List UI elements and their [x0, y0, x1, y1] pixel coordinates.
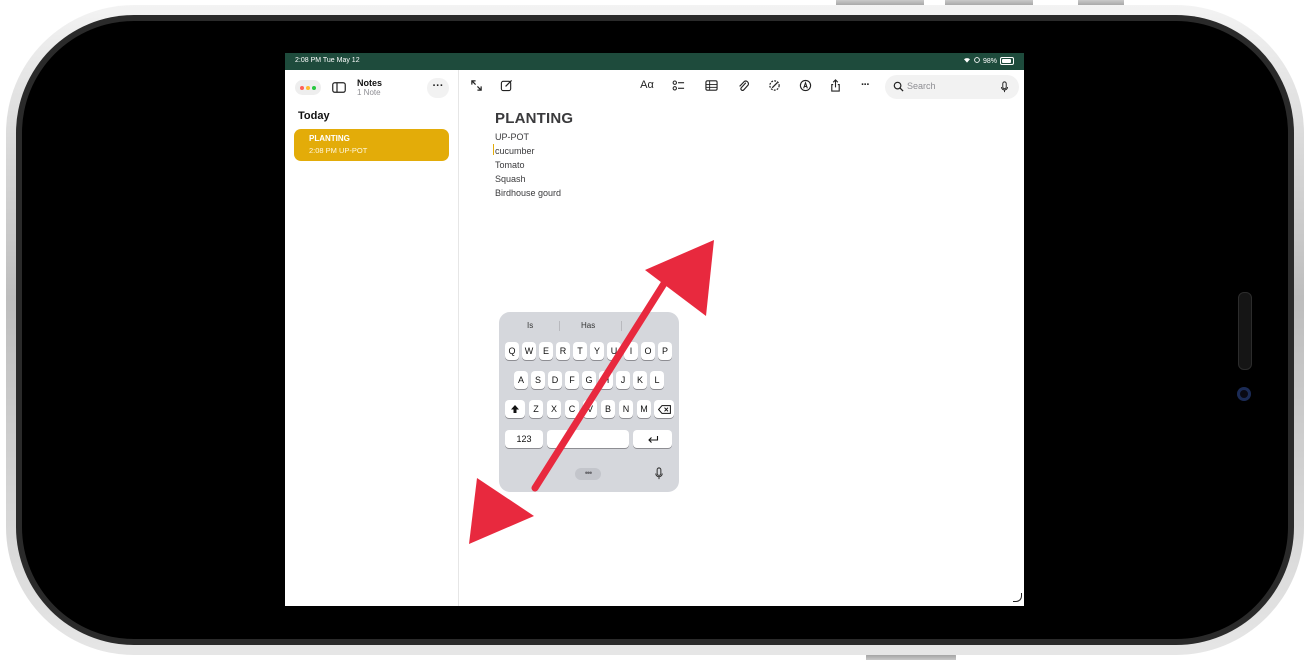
search-field[interactable]: Search: [885, 75, 1019, 99]
table-button[interactable]: [702, 77, 720, 93]
key-v[interactable]: V: [583, 400, 597, 418]
status-icons: 98%: [963, 57, 1014, 65]
format-icon: Aα: [640, 79, 654, 91]
markup-button[interactable]: [765, 77, 783, 93]
suggestion-divider: [621, 321, 622, 331]
status-bar: 2:08 PM Tue May 12 98%: [285, 53, 1024, 70]
ipad-screen: 2:08 PM Tue May 12 98% Notes 1 Note ··· …: [285, 53, 1024, 606]
key-r[interactable]: R: [556, 342, 570, 360]
key-i[interactable]: I: [624, 342, 638, 360]
keyboard-handle[interactable]: •••: [575, 468, 601, 480]
note-list-item[interactable]: PLANTING 2:08 PM UP-POT: [294, 129, 449, 161]
expand-icon: [470, 79, 482, 91]
key-c[interactable]: C: [565, 400, 579, 418]
delete-icon: [657, 404, 671, 414]
note-line[interactable]: UP-POT: [495, 132, 529, 142]
close-window-icon[interactable]: [300, 85, 304, 90]
attachment-icon: [738, 80, 749, 91]
markup-icon: [768, 79, 780, 91]
share-button[interactable]: [826, 77, 844, 93]
note-title[interactable]: PLANTING: [495, 110, 573, 127]
status-time: 2:08 PM Tue May 12: [295, 57, 360, 64]
share-icon: [830, 78, 840, 92]
speaker-grille: [1238, 292, 1252, 370]
wifi-icon: [963, 57, 971, 65]
ellipsis-icon: ···: [432, 80, 444, 92]
pen-button[interactable]: [796, 77, 814, 93]
note-list-item-title: PLANTING: [309, 134, 350, 143]
key-j[interactable]: J: [616, 371, 630, 389]
compose-icon: [500, 79, 512, 91]
key-f[interactable]: F: [565, 371, 579, 389]
note-line[interactable]: Tomato: [495, 160, 525, 170]
key-s[interactable]: S: [531, 371, 545, 389]
key-q[interactable]: Q: [505, 342, 519, 360]
key-l[interactable]: L: [650, 371, 664, 389]
note-list-item-meta: 2:08 PM UP-POT: [309, 146, 368, 155]
key-n[interactable]: N: [619, 400, 633, 418]
key-u[interactable]: U: [607, 342, 621, 360]
space-bar[interactable]: [547, 430, 629, 448]
key-y[interactable]: Y: [590, 342, 604, 360]
maximize-window-icon[interactable]: [312, 85, 316, 90]
shift-key[interactable]: [505, 400, 525, 418]
sidebar-more-button[interactable]: ···: [427, 78, 449, 98]
suggestion-item[interactable]: Has: [581, 321, 595, 330]
battery-percent: 98%: [982, 57, 997, 65]
key-b[interactable]: B: [601, 400, 615, 418]
checklist-icon: [672, 80, 684, 90]
key-k[interactable]: K: [633, 371, 647, 389]
key-h[interactable]: H: [599, 371, 613, 389]
folder-title: Notes: [357, 78, 383, 88]
attachment-button[interactable]: [734, 77, 752, 93]
sidebar-toggle-button[interactable]: [328, 80, 350, 95]
key-p[interactable]: P: [658, 342, 672, 360]
key-w[interactable]: W: [522, 342, 536, 360]
delete-key[interactable]: [654, 400, 674, 418]
ellipsis-icon: •••: [584, 468, 593, 478]
pen-icon: [799, 79, 811, 91]
key-e[interactable]: E: [539, 342, 553, 360]
table-icon: [704, 79, 718, 91]
resize-corner-icon[interactable]: [1013, 593, 1022, 602]
key-x[interactable]: X: [547, 400, 561, 418]
return-key[interactable]: [633, 430, 672, 448]
key-z[interactable]: Z: [529, 400, 543, 418]
search-icon: [893, 81, 904, 92]
search-input[interactable]: Search: [907, 81, 936, 91]
suggestion-item[interactable]: Is: [527, 321, 533, 330]
microphone-icon[interactable]: [1000, 81, 1009, 93]
notes-sidebar: Notes 1 Note ··· Today PLANTING 2:08 PM …: [285, 70, 459, 606]
expand-button[interactable]: [467, 77, 485, 93]
location-icon: [974, 57, 980, 65]
battery-icon: [1000, 57, 1014, 65]
dictation-icon[interactable]: [654, 467, 664, 480]
key-t[interactable]: T: [573, 342, 587, 360]
key-o[interactable]: O: [641, 342, 655, 360]
more-icon: ···: [861, 79, 870, 91]
note-line[interactable]: Birdhouse gourd: [495, 188, 561, 198]
window-controls[interactable]: [295, 80, 321, 95]
note-count: 1 Note: [357, 88, 381, 97]
numbers-key[interactable]: 123: [505, 430, 543, 448]
checklist-button[interactable]: [669, 77, 687, 93]
note-line[interactable]: cucumber: [495, 146, 535, 156]
front-camera: [1237, 387, 1251, 401]
key-d[interactable]: D: [548, 371, 562, 389]
minimize-window-icon[interactable]: [306, 85, 310, 90]
note-line[interactable]: Squash: [495, 174, 526, 184]
more-button[interactable]: ···: [856, 77, 874, 93]
compose-button[interactable]: [497, 77, 515, 93]
sidebar-icon: [332, 82, 346, 93]
key-a[interactable]: A: [514, 371, 528, 389]
floating-keyboard: Is Has Q W E R T Y U I O P A S D F G H J…: [499, 312, 679, 492]
text-cursor: [493, 144, 494, 155]
return-icon: [647, 435, 658, 443]
key-g[interactable]: G: [582, 371, 596, 389]
key-m[interactable]: M: [637, 400, 651, 418]
shift-icon: [511, 405, 519, 413]
suggestion-divider: [559, 321, 560, 331]
format-button[interactable]: Aα: [636, 77, 658, 93]
section-header-today: Today: [298, 110, 330, 122]
